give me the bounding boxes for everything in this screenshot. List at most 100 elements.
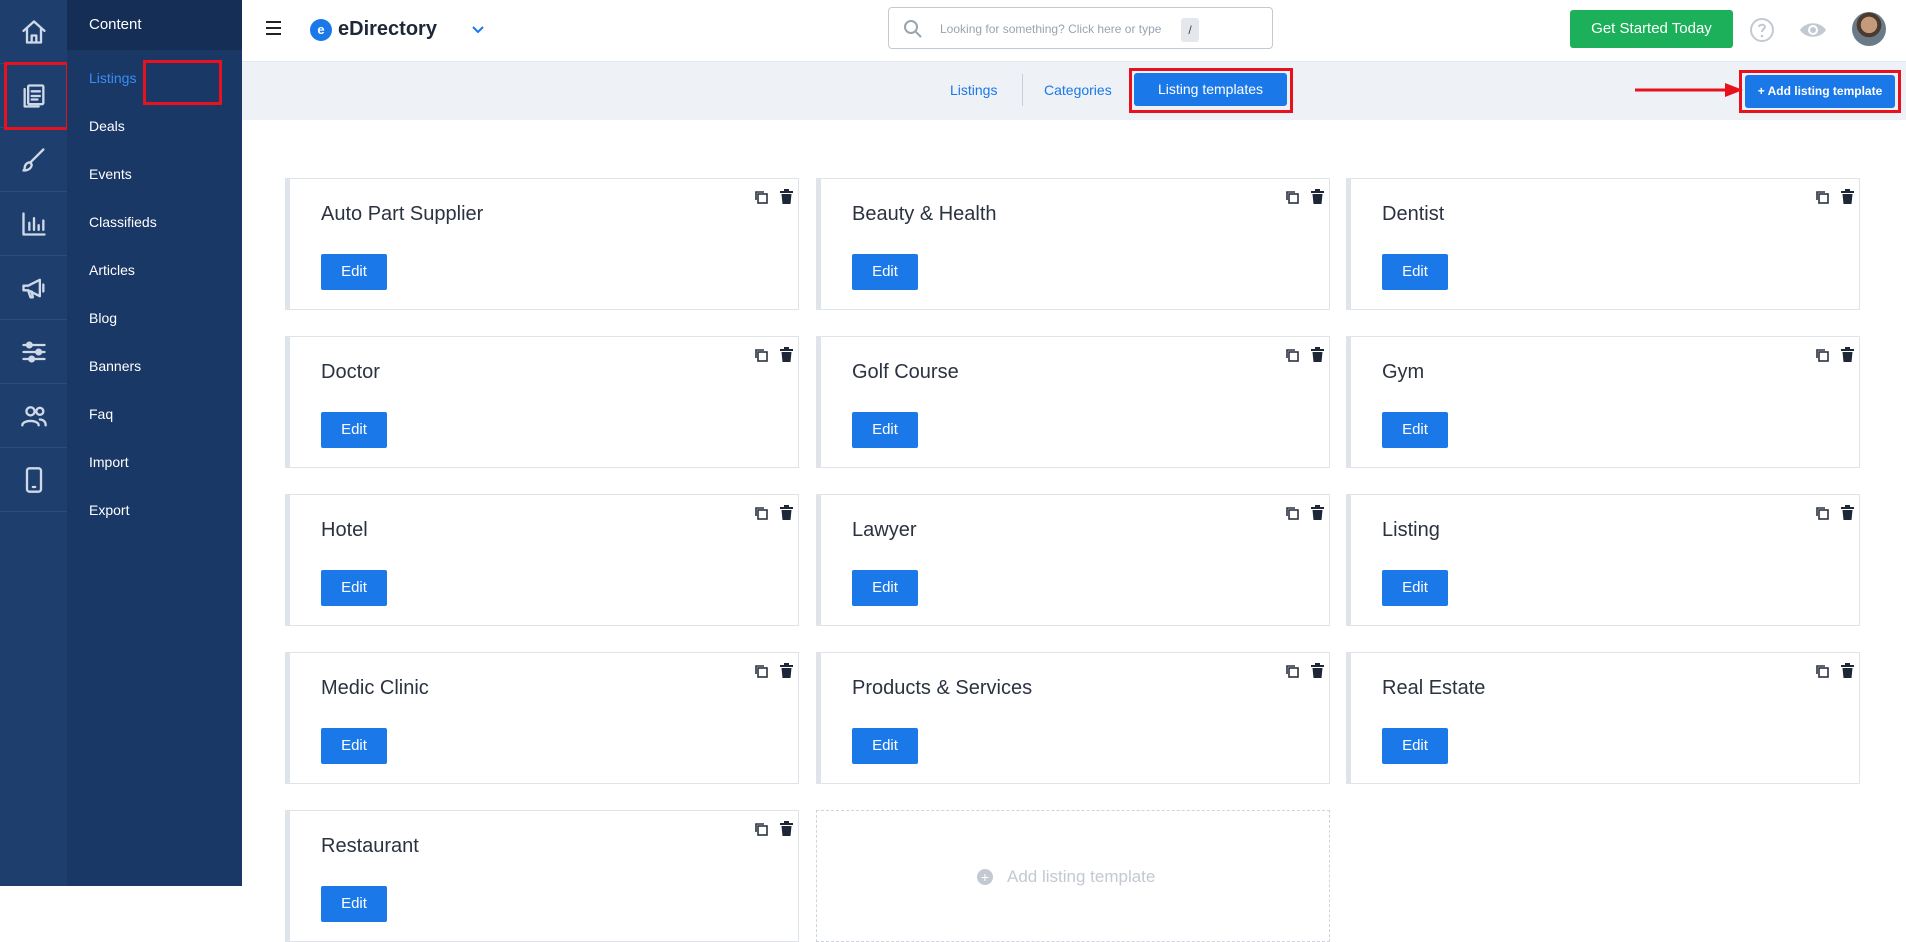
listing-templates-highlight xyxy=(1129,68,1293,113)
subnav-item-blog[interactable]: Blog xyxy=(89,310,117,326)
trash-icon[interactable] xyxy=(1311,189,1324,204)
edit-button[interactable]: Edit xyxy=(852,728,918,764)
subnav-item-listings[interactable]: Listings xyxy=(89,70,136,86)
edit-button[interactable]: Edit xyxy=(321,570,387,606)
home-icon[interactable] xyxy=(0,0,67,64)
trash-icon[interactable] xyxy=(1311,663,1324,678)
template-card: Real Estate Edit xyxy=(1346,652,1860,784)
template-title: Beauty & Health xyxy=(852,203,997,225)
tab-divider xyxy=(1022,74,1023,106)
trash-icon[interactable] xyxy=(1841,347,1854,362)
chevron-down-icon[interactable] xyxy=(468,20,488,40)
brand[interactable]: e eDirectory xyxy=(310,18,437,41)
template-card: Beauty & Health Edit xyxy=(816,178,1330,310)
edit-button[interactable]: Edit xyxy=(1382,412,1448,448)
help-icon[interactable] xyxy=(1749,17,1775,43)
users-icon[interactable] xyxy=(0,384,67,448)
trash-icon[interactable] xyxy=(780,347,793,362)
content-subnav: Content Listings Deals Events Classified… xyxy=(67,0,242,886)
trash-icon[interactable] xyxy=(1311,505,1324,520)
copy-icon[interactable] xyxy=(1284,347,1300,363)
brand-logo-icon: e xyxy=(310,18,332,41)
template-card: Doctor Edit xyxy=(285,336,799,468)
copy-icon[interactable] xyxy=(1284,663,1300,679)
template-title: Hotel xyxy=(321,519,368,541)
brush-icon[interactable] xyxy=(0,128,67,192)
template-card: Gym Edit xyxy=(1346,336,1860,468)
edit-button[interactable]: Edit xyxy=(852,570,918,606)
edit-button[interactable]: Edit xyxy=(1382,728,1448,764)
subnav-item-classifieds[interactable]: Classifieds xyxy=(89,214,157,230)
search-shortcut-key: / xyxy=(1181,18,1199,42)
copy-icon[interactable] xyxy=(753,663,769,679)
trash-icon[interactable] xyxy=(780,505,793,520)
edit-button[interactable]: Edit xyxy=(321,886,387,922)
tab-listings[interactable]: Listings xyxy=(950,82,997,98)
template-title: Dentist xyxy=(1382,203,1445,225)
subnav-item-export[interactable]: Export xyxy=(89,502,129,518)
edit-button[interactable]: Edit xyxy=(321,254,387,290)
template-card: Restaurant Edit xyxy=(285,810,799,942)
chart-icon[interactable] xyxy=(0,192,67,256)
trash-icon[interactable] xyxy=(1841,663,1854,678)
copy-icon[interactable] xyxy=(753,189,769,205)
edit-button[interactable]: Edit xyxy=(321,728,387,764)
edit-button[interactable]: Edit xyxy=(852,412,918,448)
copy-icon[interactable] xyxy=(753,821,769,837)
search-icon xyxy=(904,20,922,38)
copy-icon[interactable] xyxy=(1284,505,1300,521)
menu-icon[interactable] xyxy=(266,21,281,35)
subnav-item-deals[interactable]: Deals xyxy=(89,118,125,134)
template-card: Products & Services Edit xyxy=(816,652,1330,784)
trash-icon[interactable] xyxy=(1311,347,1324,362)
subnav-item-faq[interactable]: Faq xyxy=(89,406,113,422)
trash-icon[interactable] xyxy=(780,663,793,678)
edit-button[interactable]: Edit xyxy=(1382,570,1448,606)
edit-button[interactable]: Edit xyxy=(852,254,918,290)
icon-rail xyxy=(0,0,69,886)
subnav-item-articles[interactable]: Articles xyxy=(89,262,135,278)
copy-icon[interactable] xyxy=(753,505,769,521)
tabs-bar: Listings Categories Listing templates + … xyxy=(242,62,1906,120)
template-title: Doctor xyxy=(321,361,380,383)
template-title: Listing xyxy=(1382,519,1440,541)
copy-icon[interactable] xyxy=(1814,663,1830,679)
eye-icon[interactable] xyxy=(1798,18,1828,42)
megaphone-icon[interactable] xyxy=(0,256,67,320)
template-title: Products & Services xyxy=(852,677,1033,699)
edit-button[interactable]: Edit xyxy=(1382,254,1448,290)
trash-icon[interactable] xyxy=(780,821,793,836)
mobile-icon[interactable] xyxy=(0,448,67,512)
subnav-item-events[interactable]: Events xyxy=(89,166,132,182)
brand-name: eDirectory xyxy=(338,18,437,40)
content-icon-highlight xyxy=(4,62,69,130)
edit-button[interactable]: Edit xyxy=(321,412,387,448)
subnav-item-import[interactable]: Import xyxy=(89,454,129,470)
top-bar: e eDirectory Looking for something? Clic… xyxy=(242,0,1906,62)
template-card: Medic Clinic Edit xyxy=(285,652,799,784)
subnav-item-banners[interactable]: Banners xyxy=(89,358,141,374)
trash-icon[interactable] xyxy=(1841,189,1854,204)
template-card: Auto Part Supplier Edit xyxy=(285,178,799,310)
template-title: Lawyer xyxy=(852,519,917,541)
add-button-highlight xyxy=(1739,70,1901,113)
add-template-card[interactable]: + Add listing template xyxy=(816,810,1330,942)
trash-icon[interactable] xyxy=(1841,505,1854,520)
template-card: Golf Course Edit xyxy=(816,336,1330,468)
copy-icon[interactable] xyxy=(1284,189,1300,205)
copy-icon[interactable] xyxy=(1814,505,1830,521)
tab-categories[interactable]: Categories xyxy=(1044,82,1112,98)
copy-icon[interactable] xyxy=(1814,189,1830,205)
search-input[interactable]: Looking for something? Click here or typ… xyxy=(888,7,1273,49)
copy-icon[interactable] xyxy=(753,347,769,363)
template-title: Restaurant xyxy=(321,835,419,857)
sliders-icon[interactable] xyxy=(0,320,67,384)
copy-icon[interactable] xyxy=(1814,347,1830,363)
add-template-card-text: Add listing template xyxy=(1007,867,1156,886)
get-started-button[interactable]: Get Started Today xyxy=(1570,10,1733,48)
avatar[interactable] xyxy=(1852,12,1886,46)
template-title: Gym xyxy=(1382,361,1425,383)
search-placeholder: Looking for something? Click here or typ… xyxy=(940,22,1162,36)
trash-icon[interactable] xyxy=(780,189,793,204)
template-card: Listing Edit xyxy=(1346,494,1860,626)
